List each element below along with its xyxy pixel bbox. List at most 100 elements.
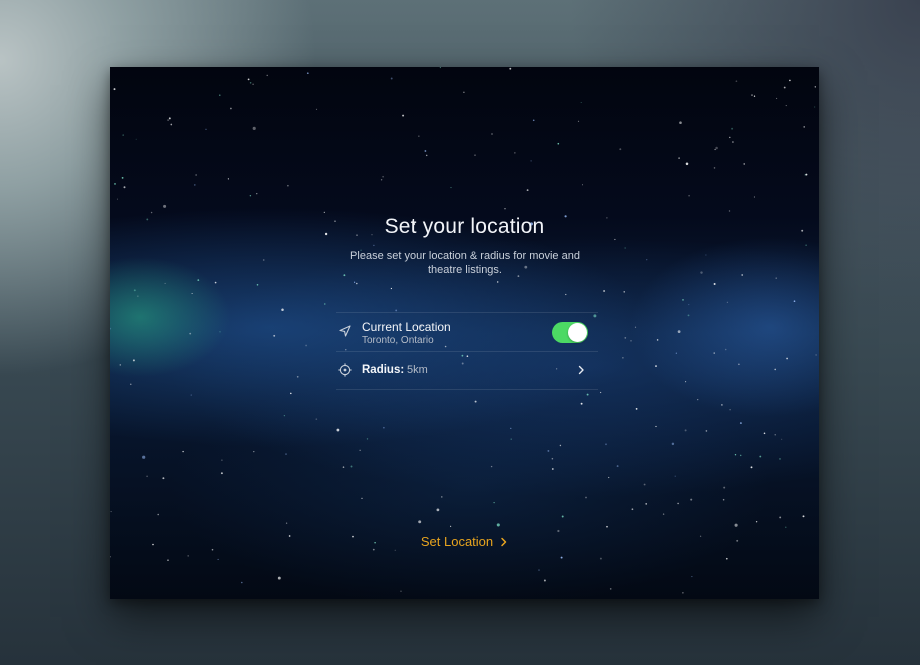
star	[110, 511, 112, 513]
star	[763, 432, 766, 435]
star	[190, 394, 192, 396]
star	[814, 86, 816, 88]
star	[191, 293, 193, 294]
star	[361, 497, 363, 500]
star	[167, 119, 169, 121]
star	[163, 204, 167, 208]
star	[728, 210, 731, 212]
star	[624, 337, 627, 339]
star	[731, 141, 734, 143]
star	[655, 425, 657, 428]
star	[530, 160, 532, 162]
star	[677, 502, 679, 505]
star	[509, 67, 512, 70]
star	[373, 244, 375, 247]
star	[252, 126, 256, 130]
star	[789, 79, 791, 82]
set-location-button[interactable]: Set Location	[110, 534, 819, 549]
star	[189, 332, 192, 335]
radius-row[interactable]: Radius: 5km	[336, 352, 598, 389]
star	[281, 308, 284, 312]
star	[813, 106, 816, 108]
star	[162, 477, 165, 480]
star	[150, 211, 153, 214]
star	[779, 516, 782, 519]
current-location-toggle[interactable]	[552, 322, 588, 343]
star	[241, 581, 243, 584]
star	[580, 402, 583, 405]
page-title: Set your location	[384, 215, 545, 238]
star	[510, 438, 512, 440]
star	[441, 496, 443, 498]
star	[532, 119, 535, 122]
star	[614, 238, 616, 241]
star	[130, 383, 132, 385]
star	[256, 193, 258, 195]
star	[609, 588, 612, 590]
star	[220, 472, 223, 475]
star	[424, 150, 427, 152]
chevron-right-icon	[501, 537, 507, 546]
star	[713, 167, 716, 169]
location-arrow-icon	[339, 325, 351, 337]
star	[783, 86, 786, 89]
star	[350, 465, 353, 468]
star	[315, 108, 318, 110]
star	[751, 94, 753, 96]
star	[425, 154, 428, 157]
star	[383, 426, 385, 429]
star	[402, 114, 405, 117]
star	[677, 330, 681, 333]
star	[418, 520, 422, 524]
star	[678, 157, 680, 159]
star	[315, 418, 318, 420]
star	[803, 126, 805, 128]
star	[170, 123, 173, 126]
star	[743, 163, 745, 165]
star	[356, 282, 358, 285]
star	[394, 549, 396, 551]
star	[684, 429, 687, 432]
star	[608, 476, 610, 479]
star	[624, 247, 626, 249]
star	[715, 146, 718, 150]
star	[450, 187, 452, 189]
star	[599, 557, 602, 560]
star	[565, 293, 567, 296]
star	[510, 427, 512, 430]
star	[266, 74, 268, 77]
star	[682, 592, 684, 594]
star	[802, 515, 805, 518]
star	[133, 289, 136, 292]
star	[323, 211, 325, 213]
star	[296, 375, 299, 378]
star	[187, 555, 190, 557]
star	[643, 483, 646, 486]
star	[734, 523, 738, 527]
star	[285, 453, 287, 455]
star	[630, 339, 632, 342]
star	[785, 105, 787, 107]
star	[496, 523, 500, 527]
star	[273, 334, 276, 337]
star	[474, 400, 477, 403]
star	[655, 365, 657, 368]
star	[211, 548, 214, 551]
star	[685, 381, 687, 383]
star	[247, 78, 250, 81]
star	[436, 508, 440, 512]
star	[785, 526, 787, 528]
star	[514, 152, 516, 154]
star	[741, 274, 744, 276]
star	[217, 558, 219, 560]
star	[167, 559, 169, 561]
star	[559, 444, 562, 447]
star	[662, 513, 665, 515]
star	[277, 576, 281, 580]
current-location-row[interactable]: Current Location Toronto, Ontario	[336, 313, 598, 351]
star	[450, 525, 452, 527]
star	[119, 364, 122, 366]
location-card: Set your location Please set your locati…	[110, 67, 819, 599]
chevron-right-icon	[578, 365, 584, 375]
star	[400, 590, 402, 592]
